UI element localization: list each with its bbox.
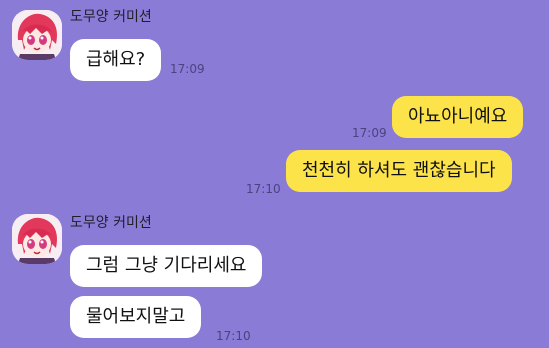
message-time: 17:09: [170, 62, 205, 76]
message-time: 17:10: [216, 329, 251, 343]
chat-thread: 도무양 커미션 급해요? 17:09 17:09 아뇨아니예요 17:10 천천…: [0, 0, 549, 348]
message-time: 17:10: [246, 182, 281, 196]
message-time: 17:09: [352, 126, 387, 140]
message-bubble[interactable]: 아뇨아니예요: [392, 96, 524, 138]
anime-girl-avatar-icon: [12, 214, 62, 264]
sender-avatar[interactable]: [12, 10, 62, 60]
sender-avatar[interactable]: [12, 214, 62, 264]
sender-name: 도무양 커미션: [70, 215, 152, 231]
anime-girl-avatar-icon: [12, 10, 62, 60]
sender-name: 도무양 커미션: [70, 9, 152, 25]
message-bubble[interactable]: 그럼 그냥 기다리세요: [70, 245, 263, 287]
message-bubble[interactable]: 천천히 하셔도 괜찮습니다: [286, 150, 512, 192]
message-bubble[interactable]: 급해요?: [70, 39, 162, 81]
message-bubble[interactable]: 물어보지말고: [70, 296, 202, 338]
